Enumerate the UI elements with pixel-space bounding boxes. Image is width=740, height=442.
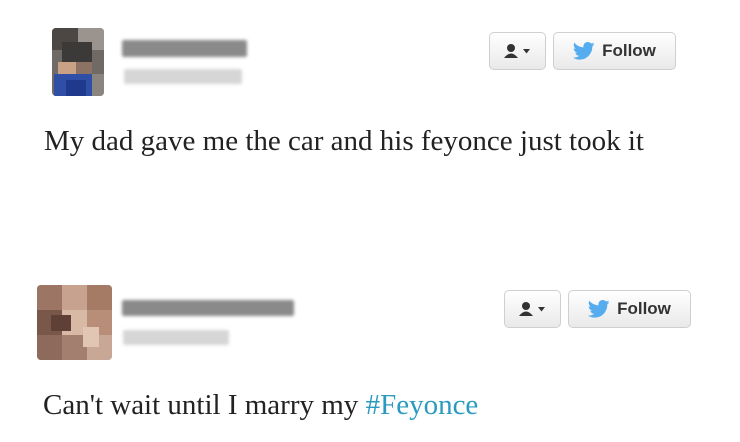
follow-button[interactable]: Follow <box>553 32 676 70</box>
username[interactable] <box>124 69 242 84</box>
follow-label: Follow <box>617 299 671 318</box>
tweet-text-body: Can't wait until I marry my <box>43 389 366 421</box>
user-menu-button[interactable] <box>504 290 561 328</box>
hashtag-link[interactable]: #Feyonce <box>366 389 479 421</box>
avatar[interactable] <box>37 285 112 360</box>
twitter-bird-icon <box>573 42 595 60</box>
username[interactable] <box>123 330 229 345</box>
user-dropdown-icon <box>518 302 545 316</box>
display-name[interactable] <box>122 40 247 57</box>
tweet-text: Can't wait until I marry my #Feyonce <box>43 386 703 424</box>
tweet-1: Follow My dad gave me the car and his fe… <box>0 0 740 230</box>
follow-label: Follow <box>602 41 656 60</box>
twitter-bird-icon <box>588 300 610 318</box>
avatar[interactable] <box>52 28 104 96</box>
follow-button[interactable]: Follow <box>568 290 691 328</box>
user-dropdown-icon <box>503 44 530 58</box>
display-name[interactable] <box>122 300 294 316</box>
user-menu-button[interactable] <box>489 32 546 70</box>
tweet-text: My dad gave me the car and his feyonce j… <box>44 125 644 157</box>
tweet-2: Follow Can't wait until I marry my #Feyo… <box>0 270 740 442</box>
